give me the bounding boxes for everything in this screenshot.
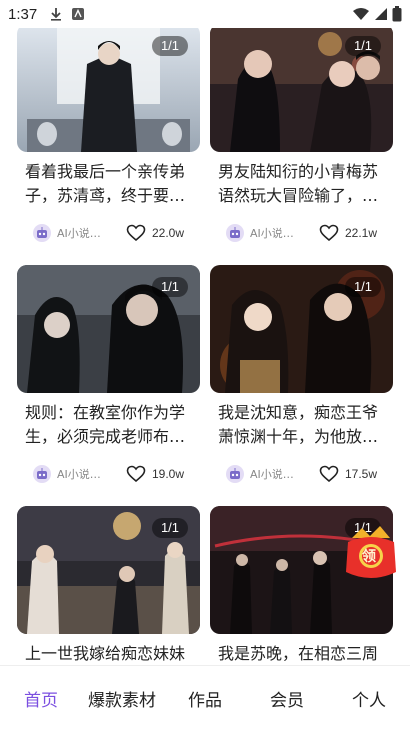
like-count: 22.0w [151, 226, 184, 240]
heart-icon [319, 224, 339, 242]
page-count-badge: 1/1 [152, 36, 188, 56]
like-count: 22.1w [344, 226, 377, 240]
heart-icon [126, 224, 146, 242]
like-count: 17.5w [344, 467, 377, 481]
tab-trending-materials[interactable]: 爆款素材 [88, 686, 156, 711]
like-button[interactable]: 22.0w [126, 224, 184, 242]
story-thumbnail[interactable]: 1/1 [210, 24, 393, 152]
robot-avatar-icon[interactable] [226, 224, 244, 242]
story-card[interactable]: 1/1 我是沈知意，痴恋王爷萧惊渊十年，为他放… AI小说… 17.5w [210, 265, 393, 485]
robot-avatar-icon[interactable] [33, 224, 51, 242]
story-title[interactable]: 男友陆知衍的小青梅苏语然玩大冒险输了，… [210, 160, 393, 208]
page-count-badge: 1/1 [345, 36, 381, 56]
like-count: 19.0w [151, 467, 184, 481]
story-thumbnail[interactable]: 1/1 [210, 265, 393, 393]
story-thumbnail[interactable]: 1/1 [17, 506, 200, 634]
story-card[interactable]: 1/1 上一世我嫁给痴恋妹妹 [17, 506, 200, 665]
story-meta: AI小说… 19.0w [17, 463, 200, 485]
wifi-icon [353, 8, 369, 20]
story-meta: AI小说… 22.1w [210, 222, 393, 244]
story-card[interactable]: 1/1 看着我最后一个亲传弟子，苏清鸢，终于要… AI小说… 22.0w [17, 24, 200, 244]
tab-membership[interactable]: 会员 [270, 686, 304, 711]
like-button[interactable]: 17.5w [319, 465, 377, 483]
signal-icon [375, 8, 387, 20]
story-thumbnail[interactable]: 1/1 [17, 24, 200, 152]
story-meta: AI小说… 22.0w [17, 222, 200, 244]
page-count-badge: 1/1 [152, 277, 188, 297]
page-count-badge: 1/1 [152, 518, 188, 538]
like-button[interactable]: 19.0w [126, 465, 184, 483]
story-title[interactable]: 我是苏晚，在相恋三周 [210, 642, 393, 665]
story-thumbnail[interactable]: 1/1 [17, 265, 200, 393]
story-card[interactable]: 1/1 男友陆知衍的小青梅苏语然玩大冒险输了，… AI小说… 22.1w [210, 24, 393, 244]
story-title[interactable]: 规则：在教室你作为学生，必须完成老师布… [17, 401, 200, 449]
author-name[interactable]: AI小说… [250, 466, 298, 482]
download-icon [51, 8, 62, 21]
robot-avatar-icon[interactable] [33, 465, 51, 483]
page-count-badge: 1/1 [345, 277, 381, 297]
gift-label: 领 [362, 549, 376, 565]
like-button[interactable]: 22.1w [319, 224, 377, 242]
app-notification-icon [72, 8, 85, 20]
story-card[interactable]: 1/1 规则：在教室你作为学生，必须完成老师布… AI小说… 19.0w [17, 265, 200, 485]
author-name[interactable]: AI小说… [57, 225, 105, 241]
battery-icon [392, 6, 402, 22]
tab-profile[interactable]: 个人 [352, 686, 386, 711]
heart-icon [319, 465, 339, 483]
tab-works[interactable]: 作品 [188, 686, 222, 711]
robot-avatar-icon[interactable] [226, 465, 244, 483]
story-meta: AI小说… 17.5w [210, 463, 393, 485]
author-name[interactable]: AI小说… [57, 466, 105, 482]
status-time: 1:37 [8, 5, 38, 23]
status-bar: 1:37 [0, 0, 410, 28]
story-title[interactable]: 我是沈知意，痴恋王爷萧惊渊十年，为他放… [210, 401, 393, 449]
story-title[interactable]: 上一世我嫁给痴恋妹妹 [17, 642, 200, 665]
gift-bag-button[interactable]: 领 [340, 520, 402, 584]
heart-icon [126, 465, 146, 483]
tab-home[interactable]: 首页 [24, 686, 58, 711]
story-title[interactable]: 看着我最后一个亲传弟子，苏清鸢，终于要… [17, 160, 200, 208]
bottom-tab-bar: 首页 爆款素材 作品 会员 个人 [0, 665, 410, 730]
author-name[interactable]: AI小说… [250, 225, 298, 241]
